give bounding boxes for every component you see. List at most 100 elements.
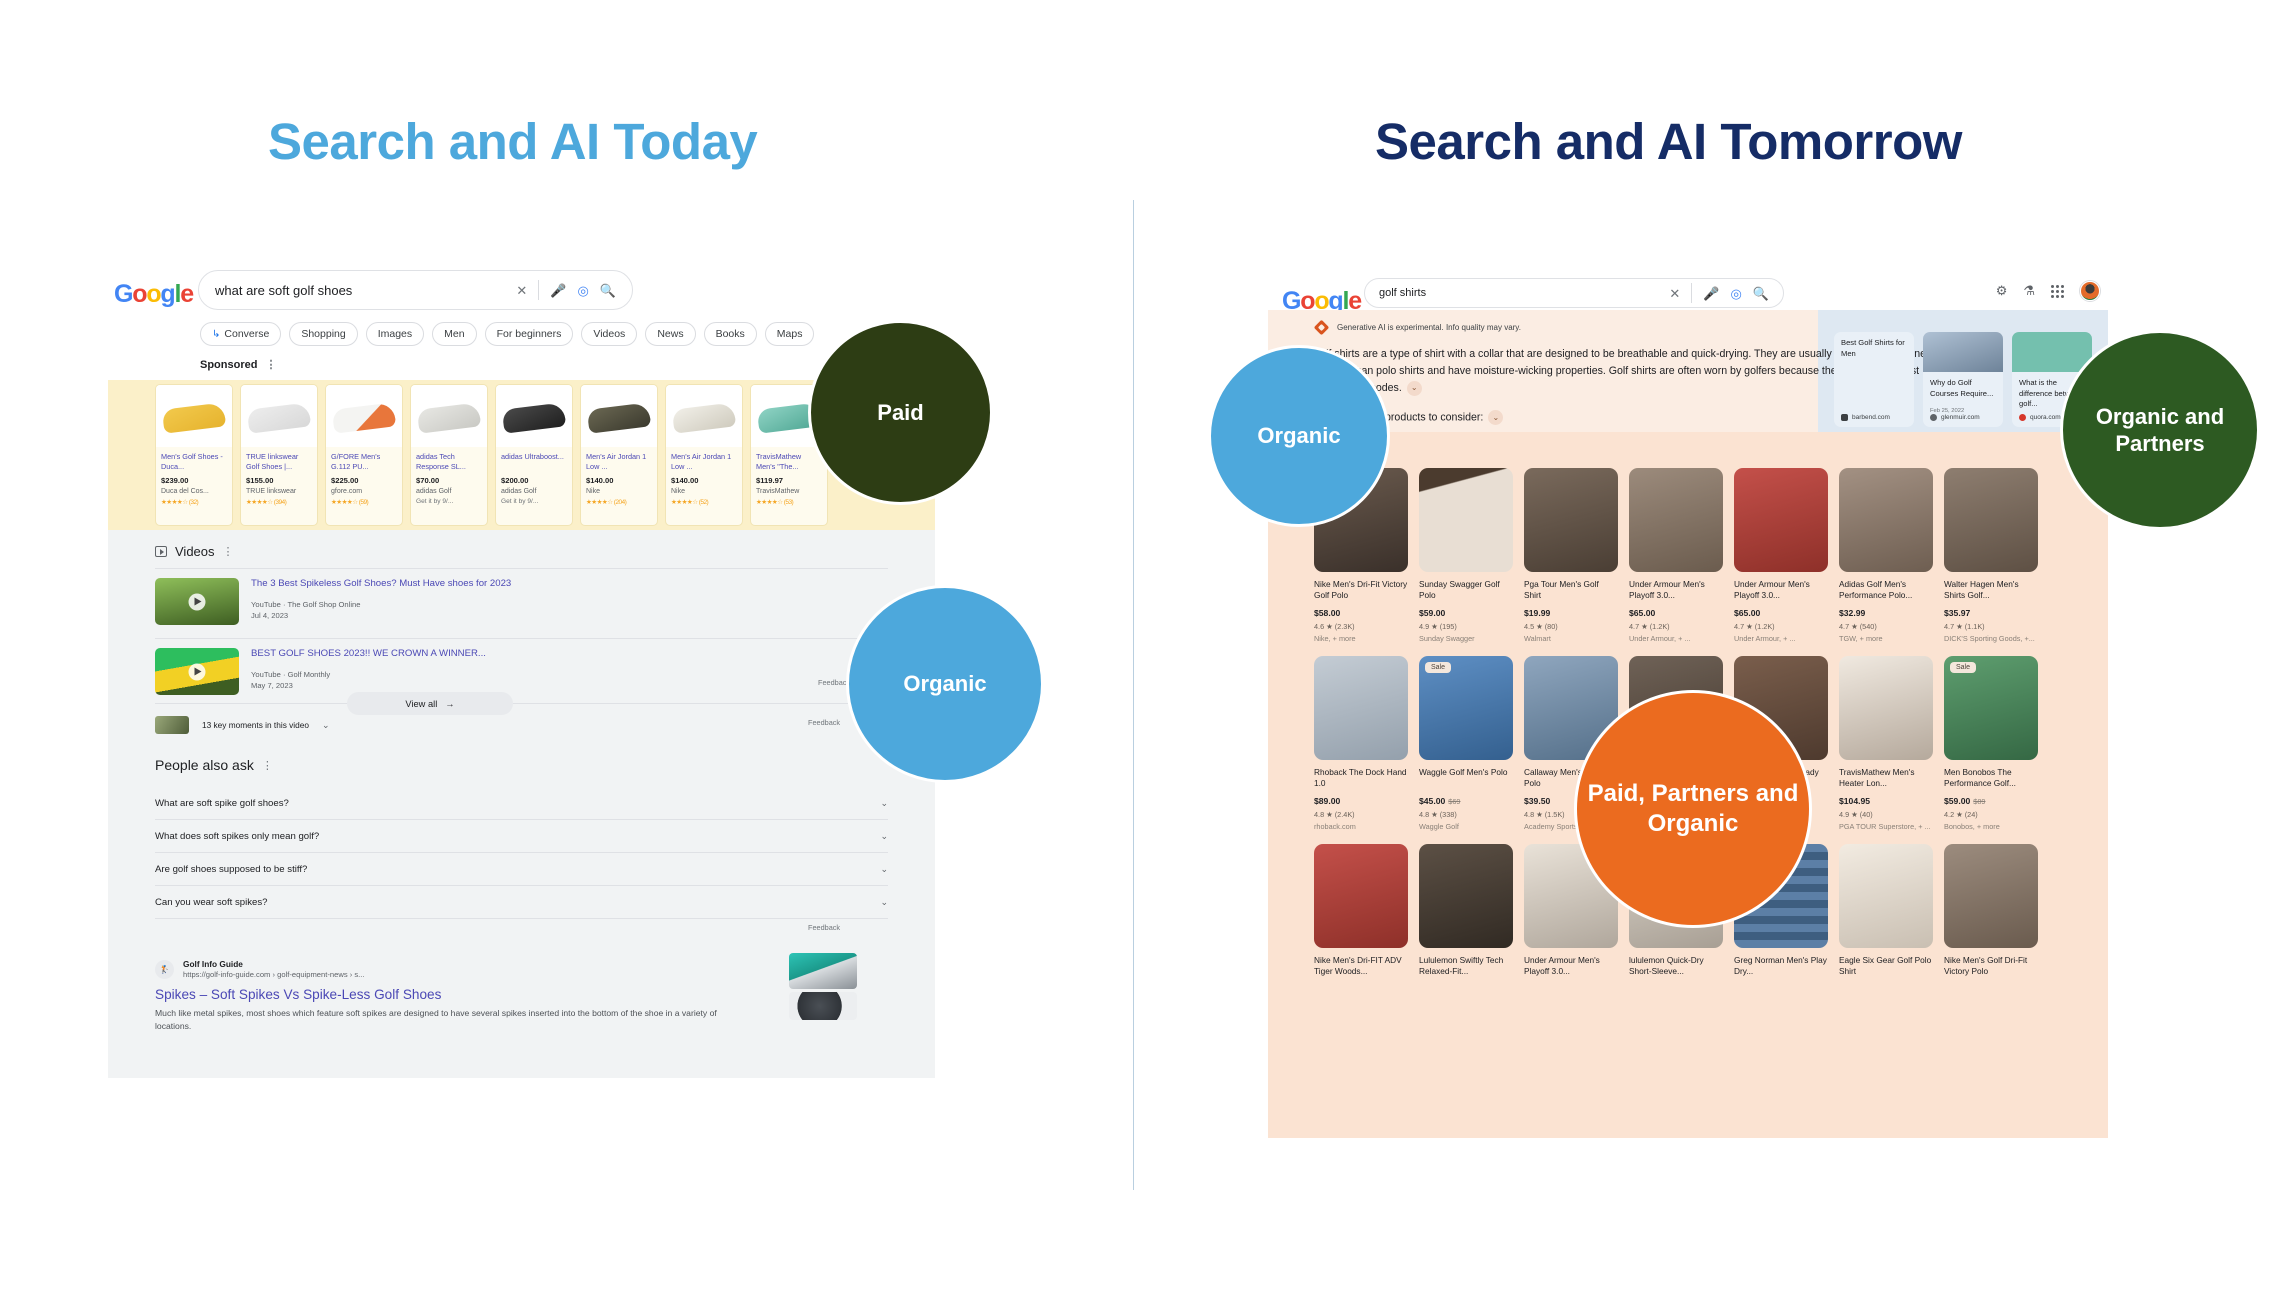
product-card[interactable]: Eagle Six Gear Golf Polo Shirt	[1839, 844, 1933, 978]
chip-for-beginners[interactable]: For beginners	[484, 322, 574, 346]
product-title: Under Armour Men's Playoff 3.0...	[1629, 579, 1705, 601]
chip-videos[interactable]: Videos	[581, 322, 638, 346]
product-shipping: Get it by 9/...	[501, 498, 539, 505]
product-card[interactable]: Men's Air Jordan 1 Low ... $140.00 Nike …	[665, 384, 743, 526]
product-card[interactable]: Under Armour Men's Playoff 3.0... $65.00…	[1629, 468, 1723, 643]
lens-icon[interactable]: ◎	[1730, 287, 1741, 300]
product-card[interactable]: Rhoback The Dock Hand 1.0 $89.00 4.8 ★ (…	[1314, 656, 1408, 831]
product-price: $119.97	[756, 476, 784, 485]
video-title[interactable]: BEST GOLF SHOES 2023!! WE CROWN A WINNER…	[251, 648, 888, 659]
chip-converse[interactable]: ↳ Converse	[200, 322, 282, 346]
product-card[interactable]: adidas Ultraboost... $200.00 adidas Golf…	[495, 384, 573, 526]
chip-men[interactable]: Men	[432, 322, 477, 346]
source-card[interactable]: Why do Golf Courses Require... Feb 25, 2…	[1923, 332, 2003, 427]
video-item[interactable]: BEST GOLF SHOES 2023!! WE CROWN A WINNER…	[155, 648, 888, 695]
product-card[interactable]: TravisMathew Men's Heater Lon... $104.95…	[1839, 656, 1933, 831]
sale-badge: Sale	[1950, 662, 1977, 673]
lens-icon[interactable]: ◎	[577, 284, 588, 297]
product-merchant: Sunday Swagger	[1419, 634, 1475, 643]
product-card[interactable]: TRUE linkswear Golf Shoes |... $155.00 T…	[240, 384, 318, 526]
product-card[interactable]: G/FORE Men's G.112 PU... $225.00 gfore.c…	[325, 384, 403, 526]
product-merchant: Nike	[586, 488, 601, 495]
chip-maps[interactable]: Maps	[764, 322, 815, 346]
apps-grid-icon[interactable]	[2051, 284, 2064, 298]
sge-disclaimer: Generative AI is experimental. Info qual…	[1313, 319, 1521, 336]
more-options-icon[interactable]: ⋮	[265, 358, 276, 371]
header-actions: ⚙ ⚗	[1996, 281, 2100, 301]
chevron-down-icon[interactable]: ⌄	[322, 720, 330, 731]
result-title-link[interactable]: Spikes – Soft Spikes Vs Spike-Less Golf …	[155, 987, 441, 1002]
site-favicon-icon: 🏌	[155, 960, 174, 979]
chip-books[interactable]: Books	[703, 322, 757, 346]
product-card[interactable]: Nike Men's Dri-FIT ADV Tiger Woods...	[1314, 844, 1408, 978]
source-title: Why do Golf Courses Require...	[1930, 378, 1994, 398]
chip-shopping[interactable]: Shopping	[289, 322, 358, 346]
microphone-icon[interactable]: 🎤	[1703, 287, 1719, 300]
feedback-link[interactable]: Feedback	[808, 718, 840, 727]
paa-feedback-link[interactable]: Feedback	[808, 923, 840, 932]
key-moments-toggle[interactable]: 13 key moments in this video ⌄	[155, 716, 330, 734]
video-date: May 7, 2023	[251, 681, 293, 691]
search-input-right[interactable]: golf shirts ✕ 🎤 ◎ 🔍	[1364, 278, 1784, 308]
product-card[interactable]: Sale Waggle Golf Men's Polo $45.00 $69 4.…	[1419, 656, 1513, 831]
product-price: $70.00	[416, 476, 440, 485]
product-rating: ★★★★☆ (52)	[671, 499, 709, 506]
search-icon[interactable]: 🔍	[600, 284, 616, 297]
product-card[interactable]: Lululemon Swiftly Tech Relaxed-Fit...	[1419, 844, 1513, 978]
chip-images[interactable]: Images	[365, 322, 425, 346]
product-merchant: TravisMathew	[756, 488, 800, 495]
product-card[interactable]: Walter Hagen Men's Shirts Golf... $35.97…	[1944, 468, 2038, 643]
paa-question[interactable]: What are soft spike golf shoes? ⌄	[155, 787, 888, 820]
labs-icon[interactable]: ⚗	[2023, 283, 2035, 299]
product-title: Sunday Swagger Golf Polo	[1419, 579, 1500, 601]
chevron-down-icon[interactable]: ⌄	[880, 798, 888, 809]
product-merchant: Nike, + more	[1314, 634, 1356, 643]
product-merchant: Under Armour, + ...	[1734, 634, 1796, 643]
chevron-down-icon[interactable]: ⌄	[1406, 381, 1422, 397]
clear-icon[interactable]: ✕	[516, 284, 527, 297]
product-merchant: gfore.com	[331, 488, 363, 495]
chevron-down-icon[interactable]: ⌄	[1488, 410, 1504, 425]
product-image	[1419, 844, 1513, 948]
product-rating: 4.5 ★ (80)	[1524, 622, 1558, 631]
product-title: TravisMathew Men's Heater Lon...	[1839, 767, 1915, 789]
product-card[interactable]: adidas Tech Response SL... $70.00 adidas…	[410, 384, 488, 526]
paa-question[interactable]: What does soft spikes only mean golf? ⌄	[155, 820, 888, 853]
result-url: https://golf-info-guide.com › golf-equip…	[183, 970, 365, 979]
chevron-down-icon[interactable]: ⌄	[880, 864, 888, 875]
product-card[interactable]: Men's Golf Shoes - Duca... $239.00 Duca …	[155, 384, 233, 526]
source-card[interactable]: Best Golf Shirts for Men barbend.com	[1834, 332, 1914, 427]
paa-question[interactable]: Can you wear soft spikes? ⌄	[155, 886, 888, 919]
clear-icon[interactable]: ✕	[1669, 287, 1680, 300]
product-image	[241, 385, 317, 447]
more-options-icon[interactable]: ⋮	[262, 759, 273, 772]
video-title[interactable]: The 3 Best Spikeless Golf Shoes? Must Ha…	[251, 578, 888, 589]
product-card[interactable]: Under Armour Men's Playoff 3.0... $65.00…	[1734, 468, 1828, 643]
product-card[interactable]: Pga Tour Men's Golf Shirt $19.99 4.5 ★ (…	[1524, 468, 1618, 643]
product-merchant: DICK'S Sporting Goods, +...	[1944, 634, 2035, 643]
chip-news[interactable]: News	[645, 322, 696, 346]
search-input-left[interactable]: what are soft golf shoes ✕ 🎤 ◎ 🔍	[198, 270, 633, 310]
product-card[interactable]: Sunday Swagger Golf Polo $59.00 4.9 ★ (1…	[1419, 468, 1513, 643]
chevron-down-icon[interactable]: ⌄	[880, 831, 888, 842]
product-card[interactable]: Men's Air Jordan 1 Low ... $140.00 Nike …	[580, 384, 658, 526]
product-price: $35.97	[1944, 608, 1971, 618]
video-item[interactable]: The 3 Best Spikeless Golf Shoes? Must Ha…	[155, 578, 888, 625]
videos-section: Videos ⋮ The 3 Best Spikeless Golf Shoes…	[108, 530, 935, 803]
result-description: Much like metal spikes, most shoes which…	[155, 1008, 717, 1032]
avatar[interactable]	[2080, 281, 2100, 301]
product-card[interactable]: Adidas Golf Men's Performance Polo... $3…	[1839, 468, 1933, 643]
settings-icon[interactable]: ⚙	[1996, 283, 2008, 299]
microphone-icon[interactable]: 🎤	[550, 284, 566, 297]
product-image	[1839, 468, 1933, 572]
product-card[interactable]: Sale Men Bonobos The Performance Golf...…	[1944, 656, 2038, 831]
search-icon[interactable]: 🔍	[1753, 287, 1769, 300]
view-all-button[interactable]: View all →	[347, 692, 513, 715]
product-card[interactable]: Nike Men's Golf Dri-Fit Victory Polo	[1944, 844, 2038, 978]
product-image	[1839, 844, 1933, 948]
paa-question[interactable]: Are golf shoes supposed to be stiff? ⌄	[155, 853, 888, 886]
more-options-icon[interactable]: ⋮	[223, 545, 234, 558]
page-title-left: Search and AI Today	[268, 113, 758, 170]
chevron-down-icon[interactable]: ⌄	[880, 897, 888, 908]
product-merchant: Bonobos, + more	[1944, 822, 2000, 831]
